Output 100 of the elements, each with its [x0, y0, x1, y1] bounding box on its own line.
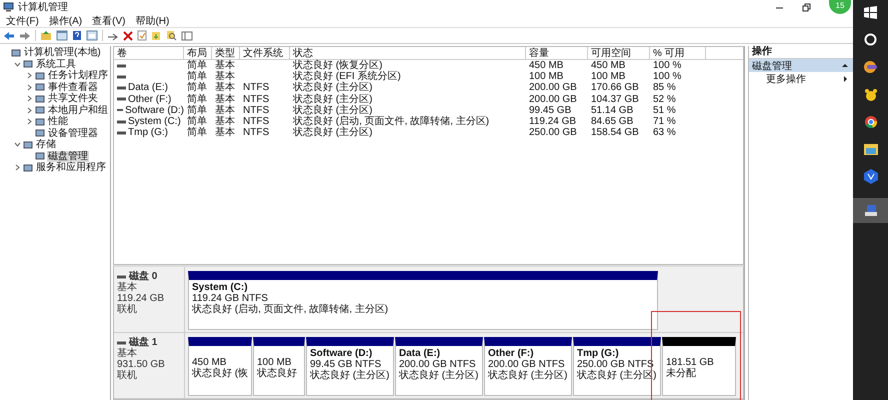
expand-caret-icon[interactable]: [14, 60, 21, 68]
table-cell: Data (E:): [128, 82, 168, 94]
collapse-caret-icon[interactable]: [842, 63, 848, 68]
tree-node-icon: [35, 94, 45, 104]
search-icon[interactable]: [166, 30, 177, 41]
partition-title: Other (F:): [488, 348, 535, 359]
restore-icon[interactable]: [802, 2, 811, 12]
expand-caret-icon[interactable]: [26, 106, 33, 114]
column-header[interactable]: 文件系统: [240, 47, 290, 59]
table-cell-text: 63 %: [652, 127, 677, 138]
connect-icon[interactable]: [107, 30, 119, 40]
disk-type: 基本: [117, 282, 138, 293]
tree-node-icon: [35, 105, 45, 116]
expand-caret-icon[interactable]: [26, 84, 33, 91]
view-icon[interactable]: [181, 30, 193, 40]
delete-icon[interactable]: [123, 30, 133, 40]
app-icon[interactable]: [864, 88, 878, 101]
menu-item[interactable]: 操作(A): [48, 14, 82, 28]
console-icon[interactable]: [86, 30, 98, 41]
properties-icon[interactable]: [137, 30, 147, 41]
tree-item[interactable]: 磁盘管理: [47, 150, 89, 162]
console-icon[interactable]: [56, 30, 68, 41]
table-cell-text: 简单: [186, 104, 208, 116]
tree-item[interactable]: 事件查看器: [47, 82, 99, 93]
column-header[interactable]: 卷: [114, 47, 184, 59]
menu-item[interactable]: 查看(V): [92, 14, 126, 28]
windows-icon[interactable]: [864, 6, 877, 19]
partition-block[interactable]: Data (E:) 200.00 GB NTFS 状态良好 (主分区): [395, 337, 483, 396]
tree-item[interactable]: 任务计划程序: [47, 70, 109, 82]
disk-size: 119.24 GB: [117, 293, 166, 304]
partition-size: 450 MB: [192, 357, 228, 368]
table-cell-text: 状态良好 (EFI 系统分区): [292, 71, 402, 82]
partition-block[interactable]: System (C:) 119.24 GB NTFS 状态良好 (启动, 页面文件, 故障转储, 主分区): [188, 271, 658, 330]
table-cell-text: 450 MB: [590, 60, 626, 72]
table-cell-text: 状态良好 (主分区): [292, 94, 374, 105]
partition-status: 状态良好 (恢: [192, 368, 248, 379]
column-header[interactable]: 状态: [290, 47, 526, 59]
tree-item[interactable]: 系统工具: [35, 58, 77, 70]
tree-item[interactable]: 服务和应用程序: [35, 162, 107, 174]
column-header[interactable]: 容量: [526, 47, 588, 59]
partition-size: 99.45 GB NTFS: [310, 359, 382, 370]
table-cell-text: 100 MB: [528, 71, 564, 82]
app-icon[interactable]: [864, 169, 878, 184]
tree-node-icon: [23, 162, 33, 173]
expand-caret-icon[interactable]: [26, 72, 33, 80]
menu-item[interactable]: 帮助(H): [135, 14, 170, 28]
expand-caret-icon[interactable]: [14, 164, 21, 172]
circle-icon[interactable]: [864, 33, 877, 46]
partition-block[interactable]: 450 MB 状态良好 (恢: [188, 337, 252, 396]
table-cell-text: 450 MB: [528, 60, 564, 72]
folder-icon[interactable]: [864, 143, 878, 155]
table-cell-text: 51.14 GB: [590, 104, 634, 116]
tree-item[interactable]: 计算机管理(本地): [23, 47, 102, 58]
action-item[interactable]: 更多操作: [749, 72, 853, 85]
app-icon[interactable]: [863, 60, 878, 74]
forward-icon[interactable]: [19, 30, 31, 40]
table-cell-text: 119.24 GB: [528, 116, 578, 128]
taskbar-item[interactable]: [853, 198, 888, 223]
actions-section[interactable]: 磁盘管理: [749, 59, 853, 72]
back-icon[interactable]: [3, 30, 15, 40]
tree-node-icon: [35, 70, 45, 81]
table-cell-text: 简单: [186, 60, 208, 72]
menu-item[interactable]: 文件(F): [6, 14, 39, 28]
expand-caret-icon[interactable]: [14, 141, 21, 148]
tree-item[interactable]: 本地用户和组: [47, 104, 109, 116]
partition-block[interactable]: 181.51 GB 未分配: [662, 337, 736, 396]
partition-block[interactable]: 100 MB 状态良好: [253, 337, 305, 396]
partition-status: 状态良好 (主分区): [488, 370, 568, 381]
expand-caret-icon[interactable]: [26, 118, 33, 126]
partition-block[interactable]: Other (F:) 200.00 GB NTFS 状态良好 (主分区): [484, 337, 572, 396]
partition-title: Software (D:): [310, 348, 374, 359]
column-header[interactable]: % 可用: [650, 47, 706, 59]
partition-block[interactable]: Software (D:) 99.45 GB NTFS 状态良好 (主分区): [306, 337, 394, 396]
disk-state: 联机: [117, 304, 138, 315]
computer-management-icon: [864, 204, 878, 217]
tree-item[interactable]: 设备管理器: [47, 128, 99, 139]
tree-item[interactable]: 存储: [35, 139, 57, 150]
tree-node-icon: [23, 140, 33, 150]
help-icon[interactable]: [72, 30, 82, 41]
tree-node-icon: [35, 128, 45, 138]
partition-status: 状态良好 (主分区): [399, 370, 479, 381]
tree-item[interactable]: 性能: [47, 116, 69, 128]
table-cell: Other (F:): [128, 94, 172, 105]
partition-status: 状态良好: [257, 368, 298, 379]
table-cell-text: 基本: [214, 60, 236, 72]
table-cell-text: 简单: [186, 82, 208, 94]
table-cell-text: 基本: [214, 127, 236, 138]
tree-item[interactable]: 共享文件夹: [47, 93, 99, 104]
partition-size: 119.24 GB NTFS: [192, 293, 269, 304]
table-cell: NTFS: [243, 116, 270, 128]
browser-icon[interactable]: [864, 115, 878, 129]
column-header[interactable]: 布局: [184, 47, 212, 59]
table-cell-text: 52 %: [652, 94, 677, 105]
drive-icon: [117, 274, 126, 278]
column-header[interactable]: 可用空间: [588, 47, 650, 59]
new-folder-icon[interactable]: [151, 30, 162, 41]
expand-caret-icon[interactable]: [26, 95, 33, 102]
column-header[interactable]: 类型: [212, 47, 240, 59]
tree-node-icon: [35, 151, 45, 162]
disk-state: 联机: [117, 370, 138, 381]
